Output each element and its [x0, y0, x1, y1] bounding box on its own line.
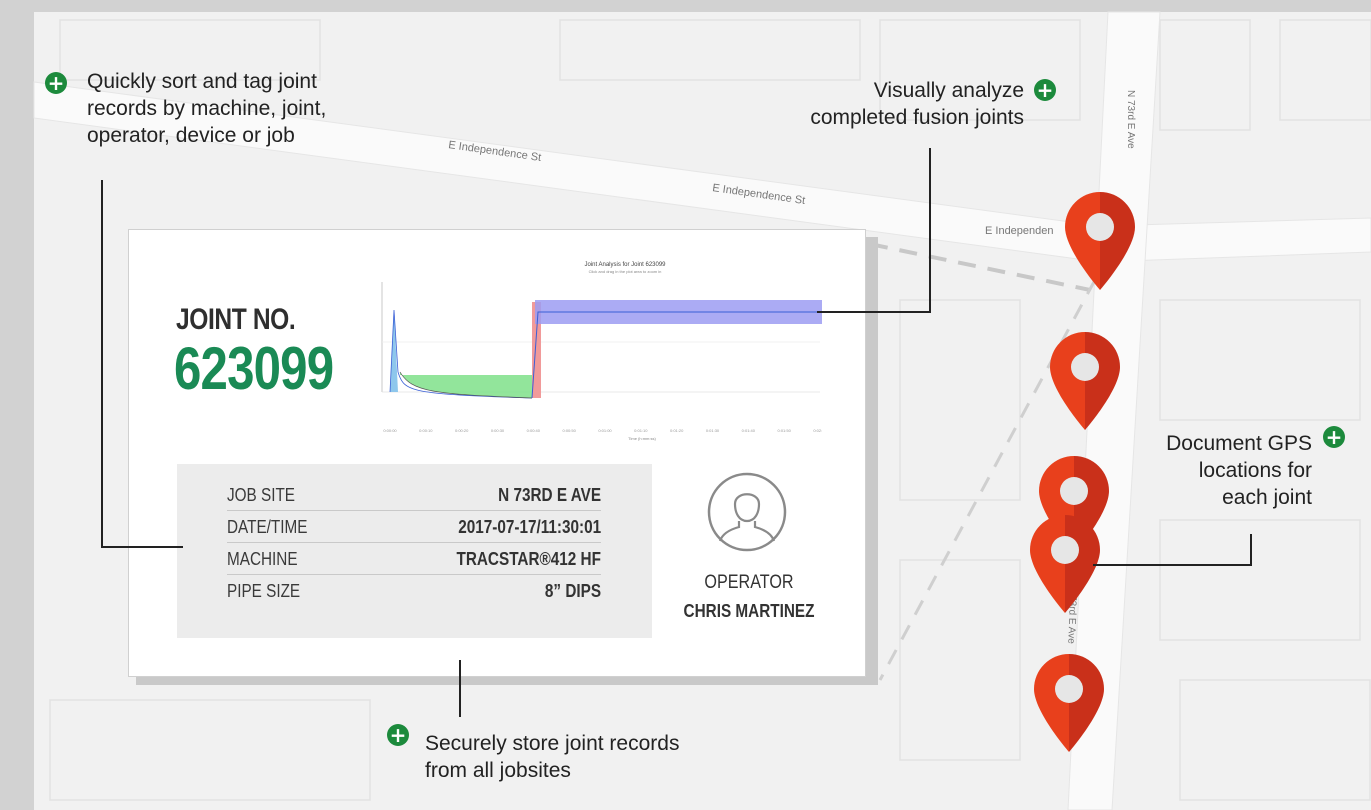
callout-sort-line: operator, device or job	[87, 124, 295, 147]
callout-gps-line: each joint	[1222, 486, 1312, 509]
info-value: 2017-07-17/11:30:01	[458, 517, 601, 537]
plus-icon[interactable]: +	[387, 724, 409, 746]
plus-icon[interactable]: +	[1323, 426, 1345, 448]
callout-analyze-line: Visually analyze	[873, 79, 1024, 102]
info-row-machine: MACHINE TRACSTAR®412 HF	[227, 543, 601, 575]
street-label-3: E Independen	[985, 225, 1054, 237]
callout-store-line: from all jobsites	[425, 759, 571, 782]
chart-x-tick: 0:01:10	[634, 428, 648, 433]
operator-name: CHRIS MARTINEZ	[683, 601, 815, 621]
plus-icon[interactable]: +	[45, 72, 67, 94]
chart-x-tick: 0:00:50	[562, 428, 576, 433]
callout-gps: Document GPS locations for each joint	[1166, 430, 1312, 511]
chart-x-tick: 0:00:30	[491, 428, 505, 433]
info-label: PIPE SIZE	[227, 581, 301, 601]
info-box: JOB SITE N 73RD E AVE DATE/TIME 2017-07-…	[177, 464, 652, 638]
chart-x-tick: 0:00:10	[419, 428, 433, 433]
chart-x-tick: 0:01:40	[742, 428, 756, 433]
map-pin-icon[interactable]	[1063, 190, 1137, 292]
info-value: TRACSTAR®412 HF	[456, 549, 601, 569]
info-label: JOB SITE	[227, 485, 296, 505]
callout-gps-line: Document GPS	[1166, 432, 1312, 455]
chart-subtitle: Click and drag in the plot area to zoom …	[589, 269, 662, 274]
leader-line	[101, 546, 183, 548]
info-label: DATE/TIME	[227, 517, 308, 537]
callout-store-line: Securely store joint records	[425, 732, 680, 755]
operator-avatar-icon	[707, 472, 787, 552]
info-row-date-time: DATE/TIME 2017-07-17/11:30:01	[227, 511, 601, 543]
leader-line	[1250, 534, 1252, 566]
chart-marks	[381, 282, 822, 399]
info-value: N 73RD E AVE	[498, 485, 601, 505]
leader-line	[459, 660, 461, 717]
callout-analyze-line: completed fusion joints	[810, 106, 1024, 129]
chart-x-tick: 0:01:30	[706, 428, 720, 433]
chart-x-tick: 0:00:00	[383, 428, 397, 433]
map-pin-icon[interactable]	[1048, 330, 1122, 432]
chart-x-tick: 0:01:20	[670, 428, 684, 433]
info-label: MACHINE	[227, 549, 298, 569]
chart-x-tick: 0:01:50	[777, 428, 791, 433]
chart-heat-area	[400, 372, 532, 398]
callout-analyze: Visually analyze completed fusion joints	[810, 77, 1024, 131]
leader-line	[929, 148, 931, 313]
callout-sort: Quickly sort and tag joint records by ma…	[87, 68, 326, 149]
info-row-pipe-size: PIPE SIZE 8” DIPS	[227, 575, 601, 606]
callout-gps-line: locations for	[1198, 459, 1312, 482]
joint-record-card: JOINT NO. 623099 Joint Analysis for Join…	[128, 229, 866, 677]
chart-x-tick: 0:00:40	[527, 428, 541, 433]
chart-title: Joint Analysis for Joint 623099	[584, 262, 666, 268]
chart-x-tick: 0:00:20	[455, 428, 469, 433]
map-pin-icon[interactable]	[1032, 652, 1106, 754]
callout-sort-line: records by machine, joint,	[87, 97, 327, 120]
callout-store: Securely store joint records from all jo…	[425, 730, 679, 784]
avenue-label-1: N 73rd E Ave	[1125, 90, 1136, 149]
chart-x-ticks: 0:00:00 0:00:10 0:00:20 0:00:30 0:00:40 0:00:…	[383, 428, 827, 433]
chart-x-tick: 0:01:00	[598, 428, 612, 433]
joint-label: JOINT NO.	[176, 303, 296, 336]
callout-sort-line: Quickly sort and tag joint	[87, 70, 317, 93]
chart-x-tick: 0:02:00	[813, 428, 822, 433]
chart-pressure-line	[531, 311, 822, 399]
info-value: 8” DIPS	[544, 581, 601, 601]
plus-icon[interactable]: +	[1034, 79, 1056, 101]
operator-label: OPERATOR	[704, 572, 794, 593]
leader-line	[817, 311, 931, 313]
chart-svg: Joint Analysis for Joint 623099 Click an…	[381, 262, 827, 441]
chart-x-label: Time (h:mm:ss)	[628, 436, 656, 441]
joint-analysis-chart[interactable]: Joint Analysis for Joint 623099 Click an…	[372, 252, 827, 450]
info-row-job-site: JOB SITE N 73RD E AVE	[227, 479, 601, 511]
joint-number: 623099	[174, 335, 334, 402]
map-pin-icon[interactable]	[1028, 513, 1102, 615]
leader-line	[1093, 564, 1252, 566]
leader-line	[101, 180, 103, 548]
